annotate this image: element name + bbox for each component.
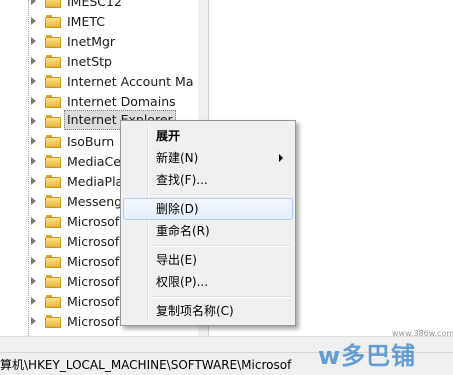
folder-icon bbox=[45, 275, 61, 288]
folder-icon bbox=[45, 35, 61, 48]
tree-item-label: IMETC bbox=[67, 14, 106, 29]
tree-item-label: Internet Domains bbox=[67, 94, 176, 109]
expand-arrow-icon[interactable] bbox=[31, 197, 36, 205]
menu-item-permissions[interactable]: 权限(P)... bbox=[123, 271, 293, 293]
tree-item-label: InetStp bbox=[67, 54, 112, 69]
tree-item-label: Microsof bbox=[67, 234, 120, 249]
tree-item-label: MediaCe bbox=[67, 154, 121, 169]
tree-item[interactable]: IMETC bbox=[0, 12, 198, 32]
menu-item-rename[interactable]: 重命名(R) bbox=[123, 220, 293, 242]
expand-arrow-icon[interactable] bbox=[31, 17, 36, 25]
tree-item-label: Microsof bbox=[67, 214, 120, 229]
folder-icon bbox=[45, 175, 61, 188]
folder-icon bbox=[45, 295, 61, 308]
menu-item-label: 导出(E) bbox=[156, 253, 197, 267]
tree-item-label: InetMgr bbox=[67, 34, 116, 49]
expand-arrow-icon[interactable] bbox=[31, 137, 36, 145]
tree-item-label: Microsof bbox=[67, 254, 120, 269]
expand-arrow-icon[interactable] bbox=[31, 177, 36, 185]
menu-item-label: 重命名(R) bbox=[156, 224, 210, 238]
expand-arrow-icon[interactable] bbox=[31, 217, 36, 225]
tree-item[interactable]: IMESC12 bbox=[0, 0, 198, 12]
folder-icon bbox=[45, 135, 61, 148]
submenu-arrow-icon bbox=[279, 154, 283, 162]
expand-arrow-icon[interactable] bbox=[31, 257, 36, 265]
expand-arrow-icon[interactable] bbox=[31, 77, 36, 85]
folder-icon bbox=[45, 215, 61, 228]
tree-item-label: IsoBurn bbox=[67, 134, 115, 149]
registry-path: 算机\HKEY_LOCAL_MACHINE\SOFTWARE\Microsof bbox=[0, 358, 292, 372]
menu-item-label: 复制项名称(C) bbox=[156, 304, 234, 318]
context-menu: 展开 新建(N) 查找(F)... 删除(D) 重命名(R) 导出(E) 权限(… bbox=[120, 120, 296, 326]
menu-item-expand[interactable]: 展开 bbox=[123, 125, 293, 147]
expand-arrow-icon[interactable] bbox=[31, 277, 36, 285]
menu-item-find[interactable]: 查找(F)... bbox=[123, 169, 293, 191]
tree-item-label: Microsof bbox=[67, 294, 120, 309]
folder-icon bbox=[45, 0, 61, 8]
watermark-logo: w多巴铺 bbox=[318, 342, 417, 370]
expand-arrow-icon[interactable] bbox=[31, 237, 36, 245]
menu-item-label: 查找(F)... bbox=[156, 173, 208, 187]
expand-arrow-icon[interactable] bbox=[31, 0, 36, 5]
folder-icon bbox=[45, 75, 61, 88]
menu-item-label: 新建(N) bbox=[156, 151, 199, 165]
expand-arrow-icon[interactable] bbox=[31, 37, 36, 45]
tree-item[interactable]: InetStp bbox=[0, 52, 198, 72]
expand-arrow-icon[interactable] bbox=[31, 97, 36, 105]
menu-separator bbox=[151, 194, 291, 196]
tree-item-label: MediaPla bbox=[67, 174, 124, 189]
menu-item-label: 展开 bbox=[156, 129, 181, 143]
tree-item[interactable]: Internet Domains bbox=[0, 92, 198, 112]
folder-icon bbox=[45, 235, 61, 248]
menu-item-delete[interactable]: 删除(D) bbox=[123, 198, 293, 220]
folder-icon bbox=[45, 115, 61, 128]
tree-item[interactable]: Internet Account Ma bbox=[0, 72, 198, 92]
menu-separator bbox=[151, 245, 291, 247]
menu-item-new[interactable]: 新建(N) bbox=[123, 147, 293, 169]
menu-item-label: 权限(P)... bbox=[156, 275, 209, 289]
folder-icon bbox=[45, 315, 61, 328]
expand-arrow-icon[interactable] bbox=[31, 157, 36, 165]
folder-icon bbox=[45, 195, 61, 208]
tree-item-label: Internet Account Ma bbox=[67, 74, 194, 89]
folder-icon bbox=[45, 95, 61, 108]
menu-separator bbox=[151, 296, 291, 298]
tree-item[interactable]: InetMgr bbox=[0, 32, 198, 52]
tree-item-label: Microsof bbox=[67, 314, 120, 329]
tree-item-label: Microsof bbox=[67, 274, 120, 289]
folder-icon bbox=[45, 55, 61, 68]
menu-item-export[interactable]: 导出(E) bbox=[123, 249, 293, 271]
menu-item-label: 删除(D) bbox=[156, 202, 199, 216]
folder-icon bbox=[45, 155, 61, 168]
tree-item-label: IMESC12 bbox=[67, 0, 122, 9]
folder-icon bbox=[45, 255, 61, 268]
expand-arrow-icon[interactable] bbox=[31, 297, 36, 305]
folder-icon bbox=[45, 15, 61, 28]
expand-arrow-icon[interactable] bbox=[31, 317, 36, 325]
menu-item-copy-key-name[interactable]: 复制项名称(C) bbox=[123, 300, 293, 322]
tree-item-label: Messeng bbox=[67, 194, 123, 209]
expand-arrow-icon[interactable] bbox=[31, 57, 36, 65]
expand-arrow-icon[interactable] bbox=[31, 117, 36, 125]
